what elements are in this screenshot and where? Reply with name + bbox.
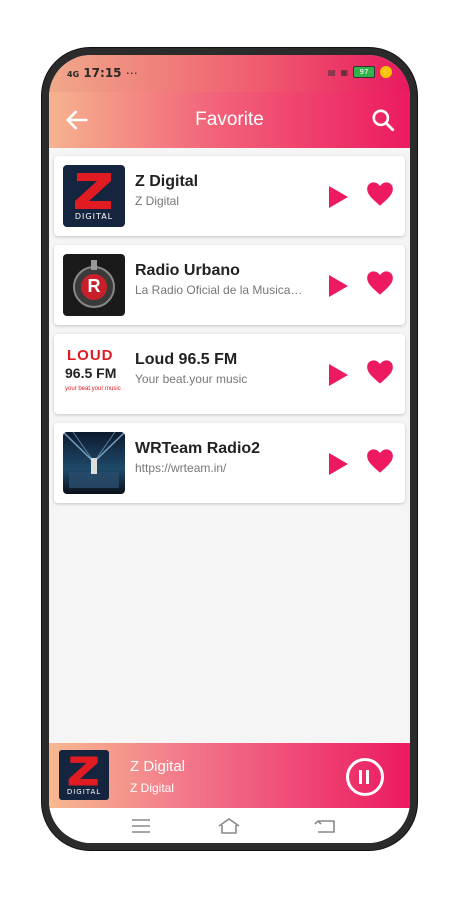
favorite-list: DIGITAL Z Digital Z Digital R Radio Urba… <box>54 156 405 512</box>
station-subtitle: https://wrteam.in/ <box>135 461 227 475</box>
play-icon[interactable] <box>329 364 348 386</box>
station-card-z-digital[interactable]: DIGITAL Z Digital Z Digital <box>54 156 405 236</box>
station-card-radio-urbano[interactable]: R Radio Urbano La Radio Oficial de la Mu… <box>54 245 405 325</box>
station-name: Loud 96.5 FM <box>135 351 238 368</box>
now-playing-subtitle: Z Digital <box>130 781 175 795</box>
station-name: WRTeam Radio2 <box>135 440 261 457</box>
signal-indicator: 4G <box>67 70 80 79</box>
screen: 4G 17:15 ⋯ ▤ ▦ 97 ⚡ Favorite DIGITAL Z D… <box>49 55 410 843</box>
logo-letter: R <box>87 276 101 296</box>
play-icon[interactable] <box>329 453 348 475</box>
signal-icon: ▦ <box>340 67 348 77</box>
app-bar: Favorite <box>49 92 410 148</box>
play-icon[interactable] <box>329 275 348 297</box>
heart-icon[interactable] <box>366 270 394 296</box>
station-subtitle: La Radio Oficial de la Musica Urbana <box>135 283 305 297</box>
status-dots-icon: ⋯ <box>125 66 138 80</box>
wrteam-stage-art <box>63 432 125 488</box>
pause-bar-right <box>366 770 369 784</box>
heart-icon[interactable] <box>366 359 394 385</box>
station-card-wrteam[interactable]: WRTeam Radio2 https://wrteam.in/ <box>54 423 405 503</box>
wrteam-stage-logo <box>63 432 125 494</box>
charging-icon: ⚡ <box>380 66 392 78</box>
logo-frequency: 96.5 FM <box>65 365 117 381</box>
now-playing-logo: DIGITAL <box>59 750 109 800</box>
status-time: 17:15 <box>83 66 122 80</box>
battery-level: 97 <box>359 68 369 76</box>
phone-frame: 4G 17:15 ⋯ ▤ ▦ 97 ⚡ Favorite DIGITAL Z D… <box>42 48 417 850</box>
heart-icon[interactable] <box>366 448 394 474</box>
station-name: Z Digital <box>135 173 199 190</box>
logo-caption: DIGITAL <box>66 788 102 796</box>
pause-bar-left <box>359 770 362 784</box>
system-nav-bar <box>49 808 410 843</box>
status-left: 4G 17:15 ⋯ <box>67 66 138 80</box>
battery-icon: 97 <box>353 66 375 78</box>
search-icon[interactable] <box>370 107 396 133</box>
menu-icon[interactable] <box>129 817 153 835</box>
pause-button[interactable] <box>346 758 384 796</box>
status-right: ▤ ▦ 97 ⚡ <box>328 66 392 78</box>
station-card-loud[interactable]: LOUD 96.5 FM your beat.your music Loud 9… <box>54 334 405 414</box>
status-bar: 4G 17:15 ⋯ ▤ ▦ 97 ⚡ <box>49 55 410 92</box>
logo-tagline: your beat.your music <box>65 386 121 392</box>
play-icon[interactable] <box>329 186 348 208</box>
heart-icon[interactable] <box>366 181 394 207</box>
wifi-icon: ▤ <box>327 67 336 77</box>
back-nav-icon[interactable] <box>314 817 338 835</box>
logo-caption: DIGITAL <box>74 212 114 221</box>
z-digital-logo: DIGITAL <box>63 165 125 227</box>
radio-urbano-logo: R <box>63 254 125 316</box>
station-subtitle: Z Digital <box>135 194 180 208</box>
station-name: Radio Urbano <box>135 262 240 279</box>
home-icon[interactable] <box>217 817 241 835</box>
now-playing-title: Z Digital <box>130 758 186 775</box>
station-subtitle: Your beat.your music <box>135 372 248 386</box>
loud-965-logo: LOUD 96.5 FM your beat.your music <box>63 343 125 405</box>
page-title: Favorite <box>195 109 264 130</box>
logo-loud: LOUD <box>67 347 114 364</box>
mini-player[interactable]: DIGITAL Z Digital Z Digital <box>49 743 410 808</box>
